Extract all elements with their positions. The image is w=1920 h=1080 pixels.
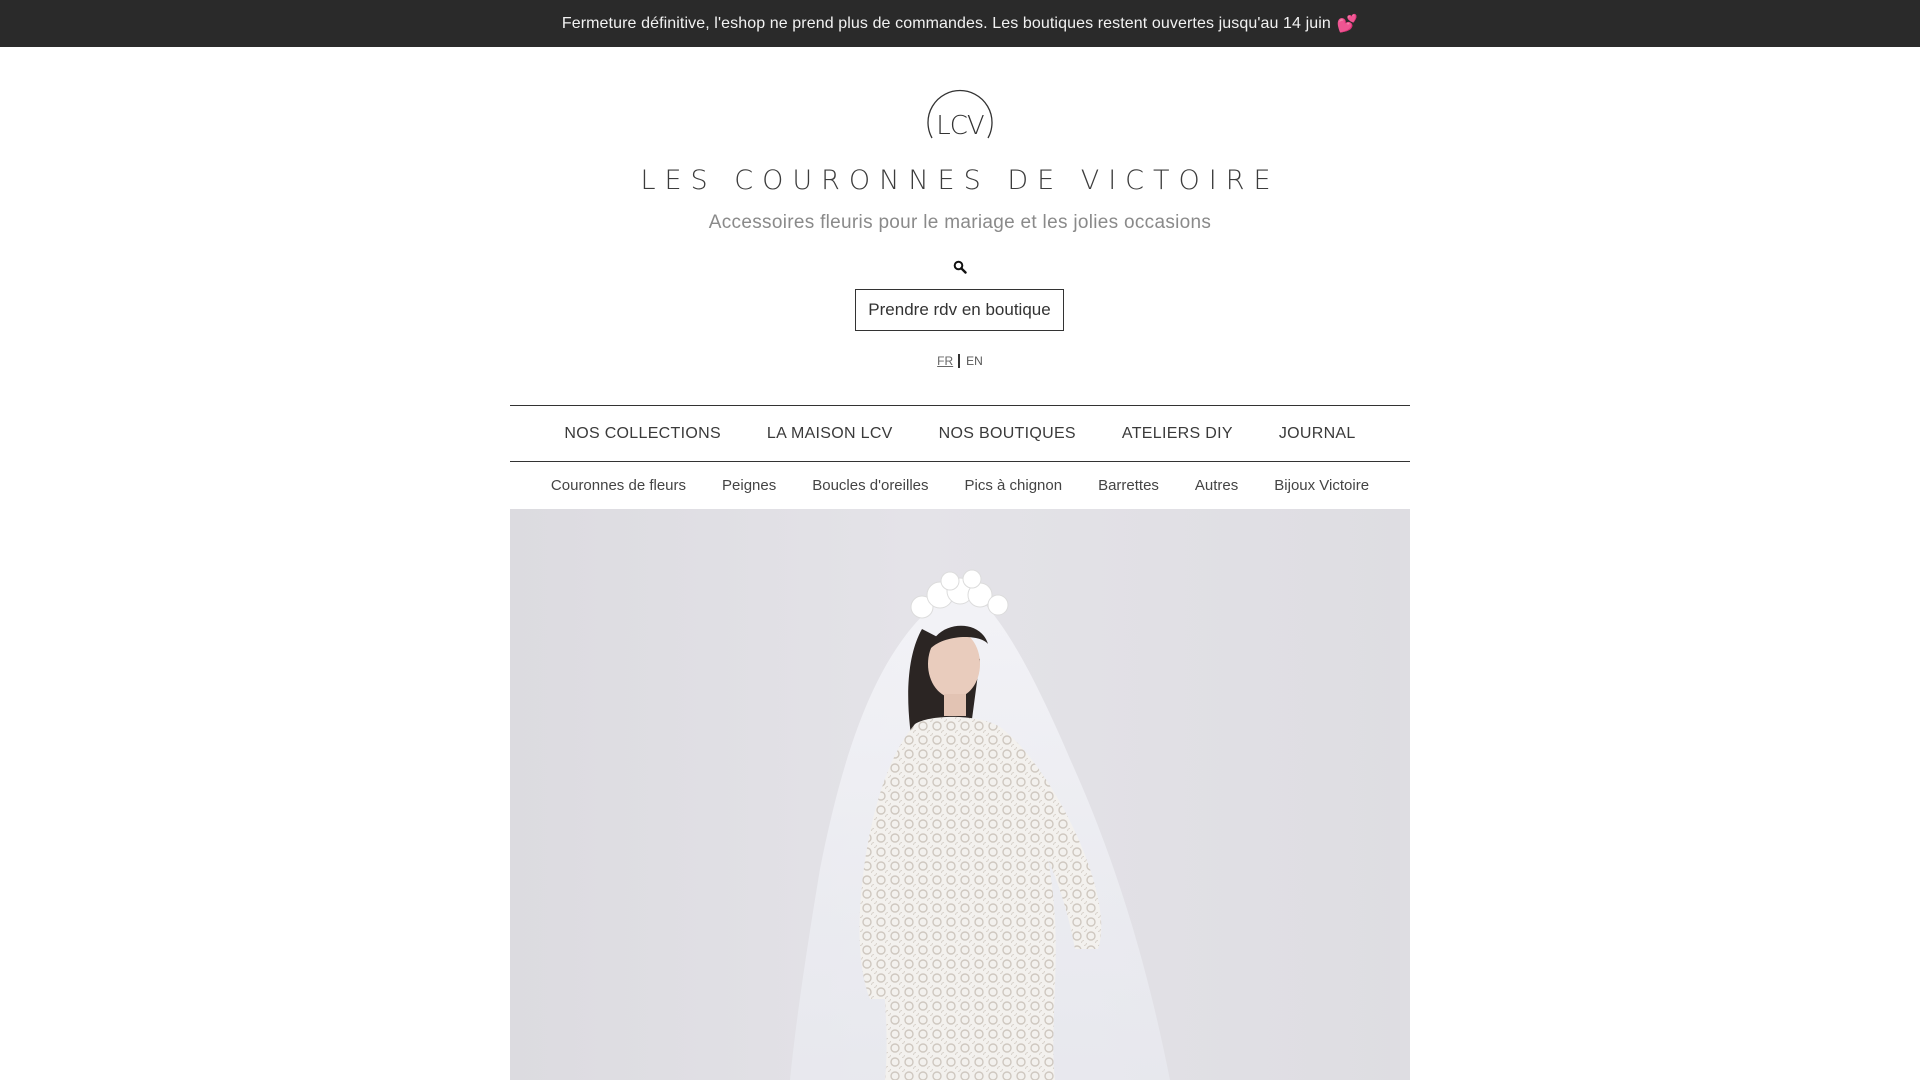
lang-fr-link[interactable]: FR — [937, 354, 953, 368]
nav-item-ateliers[interactable]: ATELIERS DIY — [1122, 425, 1233, 443]
announcement-text: Fermeture définitive, l'eshop ne prend p… — [561, 14, 1331, 32]
search-button[interactable] — [950, 257, 970, 277]
nav-item-journal[interactable]: JOURNAL — [1279, 425, 1356, 443]
hero-image[interactable] — [510, 509, 1410, 1080]
sub-item-barrettes[interactable]: Barrettes — [1098, 477, 1159, 494]
sub-item-couronnes[interactable]: Couronnes de fleurs — [551, 477, 686, 494]
brand-title[interactable]: LES COURONNES DE VICTOIRE — [0, 165, 1920, 196]
sub-item-bijoux[interactable]: Bijoux Victoire — [1274, 477, 1369, 494]
brand-tagline: Accessoires fleuris pour le mariage et l… — [708, 212, 1212, 233]
logo-circle-icon: LCV — [927, 89, 993, 140]
logo[interactable]: LCV — [926, 88, 994, 140]
main-navigation: NOS COLLECTIONS LA MAISON LCV NOS BOUTIQ… — [510, 405, 1410, 462]
book-appointment-button[interactable]: Prendre rdv en boutique — [855, 289, 1064, 331]
nav-item-collections[interactable]: NOS COLLECTIONS — [564, 425, 721, 443]
nav-item-maison[interactable]: LA MAISON LCV — [767, 425, 893, 443]
sub-navigation: Couronnes de fleurs Peignes Boucles d'or… — [510, 462, 1410, 508]
sub-item-pics[interactable]: Pics à chignon — [965, 477, 1063, 494]
language-switcher: FR EN — [0, 354, 1920, 368]
lang-separator — [958, 354, 961, 368]
nav-item-boutiques[interactable]: NOS BOUTIQUES — [939, 425, 1076, 443]
sub-item-boucles[interactable]: Boucles d'oreilles — [812, 477, 928, 494]
sub-item-autres[interactable]: Autres — [1195, 477, 1238, 494]
bride-photo — [790, 569, 1170, 1080]
heart-emoji: 💕 — [1336, 13, 1359, 33]
sub-item-peignes[interactable]: Peignes — [722, 477, 776, 494]
search-icon — [953, 260, 967, 274]
logo-text: LCV — [936, 111, 984, 140]
lang-en-link[interactable]: EN — [966, 354, 983, 368]
announcement-bar: Fermeture définitive, l'eshop ne prend p… — [0, 0, 1920, 47]
